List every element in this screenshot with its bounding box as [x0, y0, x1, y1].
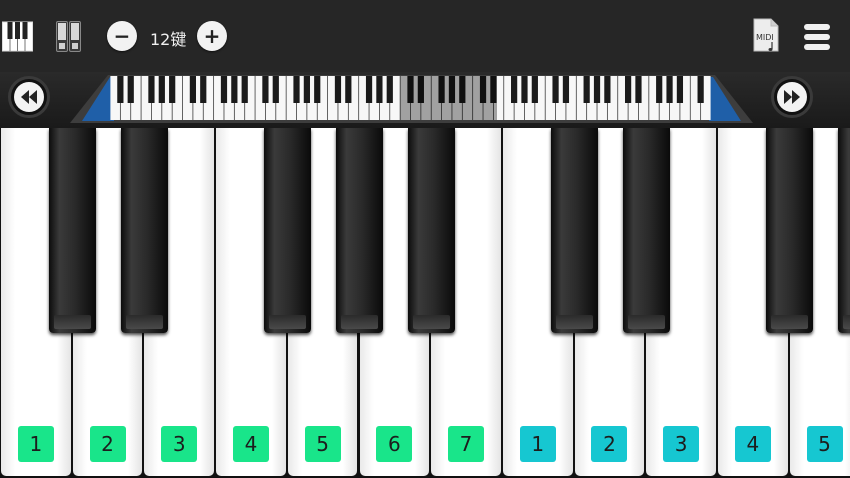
mini-black-key	[200, 76, 207, 103]
key-number-label: 1	[519, 426, 556, 462]
mini-black-key	[169, 76, 176, 103]
mini-black-key	[345, 76, 352, 103]
dual-keyboard-icon[interactable]	[56, 21, 81, 52]
mini-black-key	[552, 76, 559, 103]
key-number-label: 4	[232, 426, 269, 462]
black-key[interactable]	[336, 128, 383, 333]
menu-button[interactable]	[803, 22, 831, 52]
midi-file-button[interactable]: MIDI	[752, 18, 780, 54]
key-number-label: 1	[17, 426, 54, 462]
mini-black-key	[635, 76, 642, 103]
black-key[interactable]	[766, 128, 814, 333]
mini-black-key	[231, 76, 238, 103]
decrease-keys-button[interactable]: −	[107, 21, 137, 51]
piano-keys-icon[interactable]	[2, 21, 33, 52]
mini-black-key	[583, 76, 590, 103]
mini-black-key	[334, 76, 342, 103]
key-number-label: 3	[161, 426, 198, 462]
mini-keyboard[interactable]	[70, 73, 753, 123]
key-number-label: 6	[376, 426, 413, 462]
mini-black-key	[624, 76, 632, 103]
range-edge-left	[82, 77, 114, 121]
black-key[interactable]	[264, 128, 312, 333]
mini-black-key	[386, 76, 393, 103]
mini-black-key	[697, 76, 704, 103]
midi-label: MIDI	[756, 33, 774, 42]
mini-black-key	[511, 76, 518, 103]
minus-icon: −	[113, 24, 131, 48]
mini-black-key	[189, 76, 197, 103]
mini-black-key	[376, 76, 383, 103]
range-edge-right	[709, 77, 741, 121]
black-key[interactable]	[49, 128, 97, 333]
visible-range-window	[400, 76, 497, 120]
black-key[interactable]	[622, 128, 670, 333]
mini-black-key	[117, 76, 124, 103]
key-number-label: 5	[806, 426, 843, 462]
piano-keyboard: 123456712345	[0, 128, 850, 478]
black-key[interactable]	[837, 128, 850, 333]
mini-black-key	[293, 76, 300, 103]
mini-black-key	[262, 76, 269, 103]
piano-app: − 12键 + MIDI 1 2 3 4 5 6 7 1 2 3 4 5	[0, 0, 850, 478]
key-number-label: 7	[448, 426, 485, 462]
black-key[interactable]	[407, 128, 455, 333]
mini-black-key	[220, 76, 228, 103]
mini-black-key	[593, 76, 601, 103]
plus-icon: +	[203, 24, 221, 48]
mini-black-key	[303, 76, 310, 103]
mini-black-key	[531, 76, 538, 103]
menu-icon	[804, 24, 830, 50]
key-number-label: 3	[663, 426, 700, 462]
key-number-label: 2	[591, 426, 628, 462]
rewind-icon	[21, 90, 37, 104]
mini-black-key	[272, 76, 279, 103]
key-number-label: 5	[304, 426, 341, 462]
black-key[interactable]	[120, 128, 168, 333]
key-count-label: 12键	[150, 30, 187, 49]
scroll-left-button[interactable]	[8, 76, 50, 118]
mini-black-key	[656, 76, 663, 103]
increase-keys-button[interactable]: +	[197, 21, 227, 51]
mini-black-key	[127, 76, 134, 103]
fast-forward-icon	[784, 90, 800, 104]
mini-black-key	[521, 76, 528, 103]
mini-black-key	[562, 76, 570, 103]
midi-file-icon: MIDI	[753, 18, 779, 52]
mini-black-key	[666, 76, 673, 103]
key-number-label: 4	[734, 426, 771, 462]
scroll-right-button[interactable]	[771, 76, 813, 118]
keyboard-range-strip	[0, 72, 850, 128]
black-key[interactable]	[551, 128, 599, 333]
mini-black-key	[365, 76, 373, 103]
key-number-label: 2	[89, 426, 126, 462]
mini-black-key	[604, 76, 611, 103]
mini-black-key	[148, 76, 155, 103]
mini-black-key	[241, 76, 248, 103]
mini-black-key	[158, 76, 165, 103]
mini-black-key	[676, 76, 684, 103]
mini-black-key	[314, 76, 321, 103]
top-toolbar: − 12键 + MIDI	[0, 0, 850, 72]
